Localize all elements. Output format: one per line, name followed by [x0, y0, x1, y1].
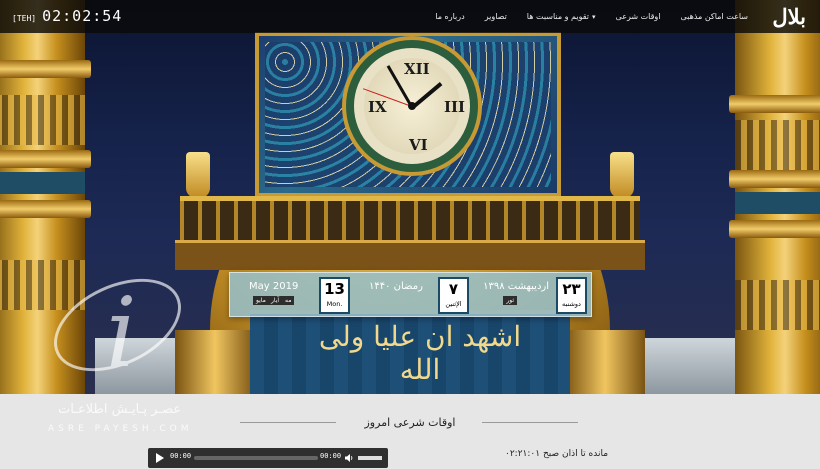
persian-weekday: دوشنبه [562, 300, 581, 308]
volume-slider[interactable] [358, 456, 382, 460]
brand-logo[interactable]: بلال [772, 4, 806, 29]
timezone-label: [TEH] [12, 14, 37, 23]
hijri-month-year: رمضان ۱۴۴۰ [369, 281, 423, 292]
audio-player: 00:00 00:00 [148, 448, 388, 468]
watermark-logo: i [39, 260, 196, 390]
gregorian-weekday: Mon. [326, 300, 343, 308]
navbar: بلال ساعت اماکن مذهبی اوقات شرعی تقویم و… [0, 0, 820, 33]
clock-tower: XII III VI IX [255, 32, 561, 197]
play-icon[interactable] [156, 453, 164, 463]
gregorian-month-year: May 2019 [249, 281, 299, 292]
gregorian-date-box: 13 Mon. [319, 277, 350, 314]
gold-pillar [175, 330, 255, 394]
watermark-text: عصـر پـایـش اطلاعـات [58, 402, 182, 417]
hero-image: XII III VI IX اشهد ان علیا ولی الله i [0, 0, 820, 394]
fajr-countdown: ۰۲:۲۱:۰۱ مانده تا اذان صبح [505, 449, 609, 459]
nav-item-images[interactable]: تصاویر [475, 12, 517, 21]
gregorian-day: 13 [324, 280, 345, 298]
nav-item-prayer-times[interactable]: اوقات شرعی [606, 12, 671, 21]
persian-date-box: ۲۳ دوشنبه [556, 277, 587, 314]
hijri-date-box: ۷ الإثنين [438, 277, 469, 314]
calligraphy: اشهد ان علیا ولی الله [318, 320, 522, 386]
nav-menu: ساعت اماکن مذهبی اوقات شرعی تقویم و مناس… [425, 0, 758, 33]
nav-item-religious-places-clock[interactable]: ساعت اماکن مذهبی [671, 12, 758, 21]
persian-tag: ثور [503, 296, 517, 305]
hijri-weekday: الإثنين [445, 300, 462, 308]
gregorian-tag: آیار [268, 296, 283, 305]
clock-time: 02:02:54 [42, 7, 123, 25]
gregorian-tag: مایو [253, 296, 269, 305]
digital-clock: [TEH] 02:02:54 [12, 7, 122, 25]
watermark-url: ASRE PAYESH.COM [48, 424, 193, 434]
audio-duration: 00:00 [320, 452, 342, 460]
lantern [186, 152, 210, 198]
right-minaret [729, 0, 820, 394]
roof [645, 338, 735, 394]
divider [482, 422, 578, 423]
balcony [180, 196, 640, 242]
persian-month-year: اردیبهشت ۱۳۹۸ [483, 281, 549, 292]
hijri-day: ۷ [448, 280, 459, 298]
arch-band [175, 240, 645, 270]
audio-current-time: 00:00 [170, 452, 192, 460]
audio-seek-bar[interactable] [194, 456, 318, 460]
tower-clock: XII III VI IX [346, 40, 478, 172]
persian-day: ۲۳ [562, 280, 581, 298]
nav-item-calendar[interactable]: تقویم و مناسبت ها ▾ [517, 12, 606, 21]
date-strip: ۲۳ دوشنبه اردیبهشت ۱۳۹۸ ثور ۷ الإثنين رم… [229, 272, 592, 317]
gold-pillar [565, 330, 645, 394]
gregorian-tag: مه [282, 296, 295, 305]
caret-down-icon: ▾ [592, 13, 596, 21]
lantern [610, 152, 634, 198]
volume-icon[interactable] [344, 453, 354, 463]
nav-item-about[interactable]: درباره ما [425, 12, 474, 21]
